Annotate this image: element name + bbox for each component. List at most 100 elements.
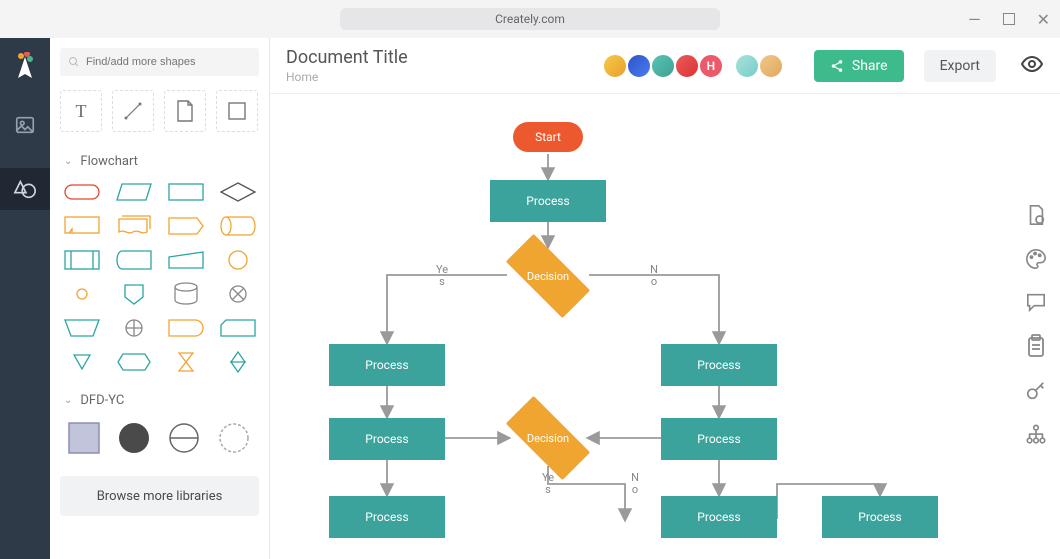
dfd-process-shape[interactable]: [114, 418, 154, 458]
collaborator-avatars: H: [602, 53, 784, 79]
dfd-section-header[interactable]: ⌄ DFD-YC: [64, 393, 259, 408]
maximize-button[interactable]: [1003, 13, 1015, 25]
rail-images-button[interactable]: [0, 104, 50, 146]
data-shape[interactable]: [112, 179, 156, 205]
preview-button[interactable]: [1020, 52, 1044, 80]
doc-gear-icon: [1025, 204, 1047, 226]
multidoc-shape[interactable]: [112, 213, 156, 239]
avatar-initial: H: [707, 59, 716, 73]
browse-libraries-label: Browse more libraries: [97, 489, 223, 504]
search-icon: [68, 56, 80, 68]
title-bar: Creately.com — ✕: [0, 0, 1060, 38]
avatar[interactable]: [674, 53, 700, 79]
no-label: N o: [642, 264, 666, 288]
avatar[interactable]: [626, 53, 652, 79]
share-icon: [830, 59, 844, 73]
browse-libraries-button[interactable]: Browse more libraries: [60, 476, 259, 516]
palette-icon: [1025, 248, 1047, 270]
sitemap-button[interactable]: [1025, 424, 1047, 450]
process-shape[interactable]: [164, 179, 208, 205]
avatar[interactable]: H: [698, 53, 724, 79]
dfd-datastore-shape[interactable]: [164, 418, 204, 458]
document-title[interactable]: Document Title: [286, 47, 590, 68]
offpage-shape[interactable]: [112, 281, 156, 307]
delay-shape[interactable]: [164, 315, 208, 341]
key-button[interactable]: [1025, 380, 1047, 406]
process-node[interactable]: Process: [490, 180, 606, 222]
sort-shape[interactable]: [216, 349, 260, 375]
properties-button[interactable]: [1025, 204, 1047, 230]
stored-shape[interactable]: [112, 247, 156, 273]
shape-search[interactable]: [60, 48, 259, 76]
tag-shape[interactable]: [164, 213, 208, 239]
rail-shapes-button[interactable]: [0, 168, 50, 210]
avatar[interactable]: [650, 53, 676, 79]
decision-node[interactable]: Decision: [508, 248, 588, 304]
share-label: Share: [852, 58, 888, 74]
right-rail: [1012, 94, 1060, 559]
process-node[interactable]: Process: [329, 496, 445, 538]
prep-shape[interactable]: [112, 349, 156, 375]
connector-shape[interactable]: [216, 247, 260, 273]
collate-shape[interactable]: [164, 349, 208, 375]
process-node[interactable]: Process: [661, 344, 777, 386]
line-tool[interactable]: [112, 90, 154, 132]
image-icon: [14, 114, 36, 136]
chevron-down-icon: ⌄: [64, 156, 72, 167]
export-button[interactable]: Export: [924, 50, 996, 82]
decision-node[interactable]: Decision: [508, 410, 588, 466]
chevron-down-icon: ⌄: [64, 395, 72, 406]
close-button[interactable]: ✕: [1037, 10, 1050, 29]
url-text: Creately.com: [495, 12, 565, 26]
process-node[interactable]: Process: [661, 496, 777, 538]
card-shape[interactable]: [216, 315, 260, 341]
manual-op-shape[interactable]: [60, 315, 104, 341]
avatar[interactable]: [602, 53, 628, 79]
merge-shape[interactable]: [60, 349, 104, 375]
yes-label: Ye s: [430, 264, 454, 288]
hierarchy-icon: [1025, 424, 1047, 446]
window-controls: — ✕: [968, 10, 1050, 29]
theme-button[interactable]: [1025, 248, 1047, 274]
terminator-shape[interactable]: [60, 179, 104, 205]
app-logo: [12, 52, 38, 82]
square-icon: [226, 100, 248, 122]
display-shape[interactable]: [60, 213, 104, 239]
avatar[interactable]: [758, 53, 784, 79]
dfd-dashed-shape[interactable]: [214, 418, 254, 458]
process-node[interactable]: Process: [822, 496, 938, 538]
avatar[interactable]: [734, 53, 760, 79]
predefined-shape[interactable]: [60, 247, 104, 273]
rect-tool[interactable]: [216, 90, 258, 132]
start-node[interactable]: Start: [513, 122, 583, 152]
breadcrumb[interactable]: Home: [286, 70, 590, 84]
manual-input-shape[interactable]: [164, 247, 208, 273]
process-node[interactable]: Process: [329, 344, 445, 386]
shapes-icon: [13, 178, 37, 200]
process-node[interactable]: Process: [329, 418, 445, 460]
or-shape[interactable]: [112, 315, 156, 341]
dfd-entity-shape[interactable]: [64, 418, 104, 458]
notes-button[interactable]: [1026, 334, 1046, 362]
database-shape[interactable]: [164, 281, 208, 307]
text-tool[interactable]: T: [60, 90, 102, 132]
process-node[interactable]: Process: [661, 418, 777, 460]
comments-button[interactable]: [1025, 292, 1047, 316]
eye-icon: [1020, 52, 1044, 76]
cylinder-horiz-shape[interactable]: [216, 213, 260, 239]
summing-shape[interactable]: [216, 281, 260, 307]
dfd-section-label: DFD-YC: [80, 393, 124, 408]
minimize-button[interactable]: —: [968, 10, 981, 29]
share-button[interactable]: Share: [814, 50, 904, 82]
shape-search-input[interactable]: [86, 56, 251, 68]
export-label: Export: [940, 58, 980, 74]
flowchart-section-header[interactable]: ⌄ Flowchart: [64, 154, 259, 169]
tool-row: T: [60, 90, 259, 132]
canvas[interactable]: Start Process Decision Ye s N o Process …: [270, 94, 1060, 559]
document-header: Document Title Home H Share Export: [270, 38, 1060, 94]
address-bar[interactable]: Creately.com: [340, 8, 720, 30]
decision-shape[interactable]: [216, 179, 260, 205]
page-tool[interactable]: [164, 90, 206, 132]
small-connector-shape[interactable]: [60, 281, 104, 307]
no-label: N o: [623, 472, 647, 496]
